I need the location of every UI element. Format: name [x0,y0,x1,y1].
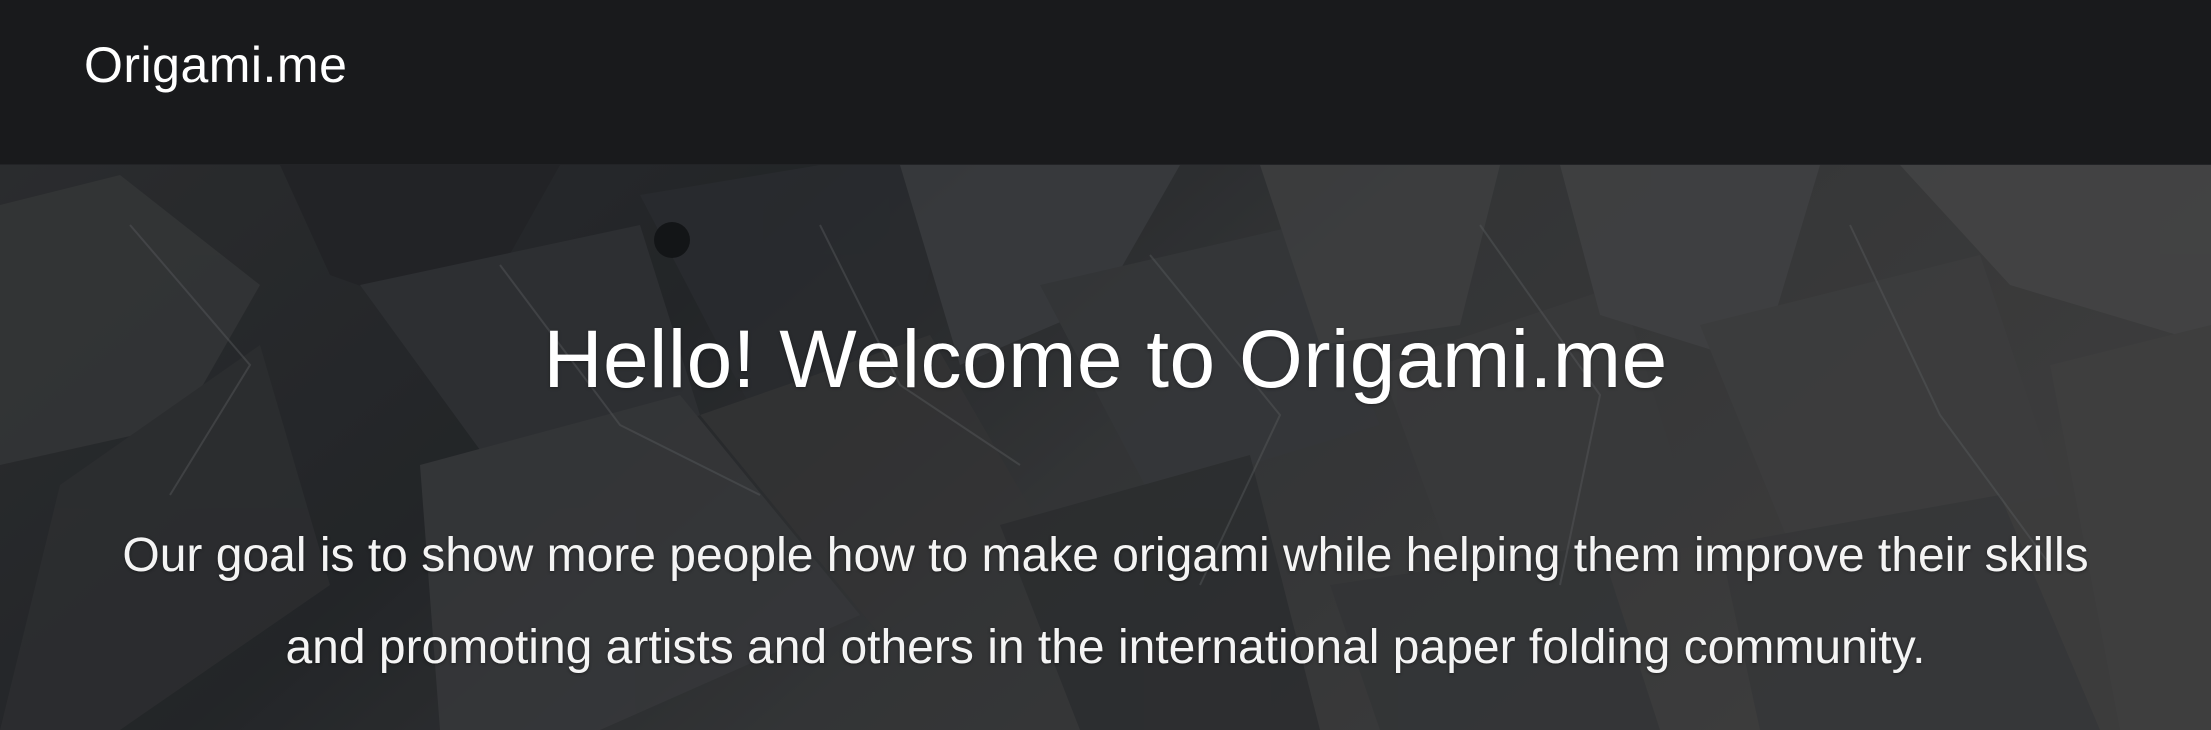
top-navbar: Origami.me [0,0,2211,165]
hero-title: Hello! Welcome to Origami.me [543,314,1668,405]
brand-logo-link[interactable]: Origami.me [84,36,347,94]
hero-section: Hello! Welcome to Origami.me Our goal is… [0,165,2211,730]
hero-description: Our goal is to show more people how to m… [122,529,2089,674]
